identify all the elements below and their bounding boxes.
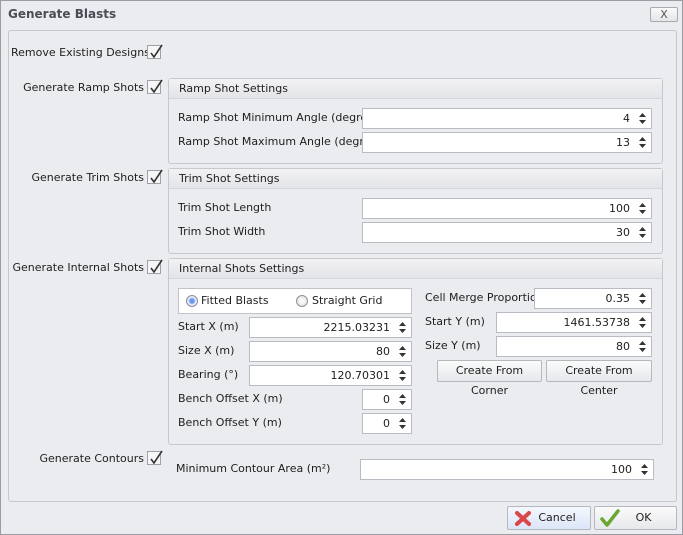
start-y-label: Start Y (m) xyxy=(425,315,485,328)
min-contour-area-label: Minimum Contour Area (m²) xyxy=(176,462,331,475)
generate-trim-label: Generate Trim Shots xyxy=(31,171,145,184)
window-title: Generate Blasts xyxy=(8,7,117,21)
ok-label: OK xyxy=(635,511,652,524)
checkmark-icon xyxy=(150,79,163,94)
start-x-input[interactable]: 2215.03231 xyxy=(249,317,412,338)
spin-arrows-icon xyxy=(639,137,646,148)
cancel-button[interactable]: Cancel xyxy=(507,506,591,530)
bench-x-input[interactable]: 0 xyxy=(362,389,412,410)
ramp-max-input[interactable]: 13 xyxy=(362,132,652,153)
bench-x-value: 0 xyxy=(383,393,390,406)
green-check-icon xyxy=(600,509,620,527)
trim-group-title: Trim Shot Settings xyxy=(169,169,662,189)
straight-grid-label[interactable]: Straight Grid xyxy=(312,294,382,308)
spin-arrows-icon xyxy=(639,317,646,328)
generate-contours-label: Generate Contours xyxy=(39,452,144,465)
spin-arrows-icon xyxy=(639,227,646,238)
trim-width-input[interactable]: 30 xyxy=(362,222,652,243)
bench-y-value: 0 xyxy=(383,417,390,430)
bench-y-label: Bench Offset Y (m) xyxy=(178,416,282,429)
checkmark-icon xyxy=(150,169,163,184)
spin-arrows-icon xyxy=(399,346,406,357)
radio-straight-grid[interactable] xyxy=(296,295,308,307)
bench-y-input[interactable]: 0 xyxy=(362,413,412,434)
generate-trim-checkbox[interactable] xyxy=(147,169,163,184)
start-y-input[interactable]: 1461.53738 xyxy=(496,312,652,333)
spin-arrows-icon xyxy=(641,464,648,475)
checkmark-icon xyxy=(150,259,163,274)
bearing-label: Bearing (°) xyxy=(178,368,239,381)
size-x-input[interactable]: 80 xyxy=(249,341,412,362)
trim-width-label: Trim Shot Width xyxy=(178,225,266,238)
checkmark-icon xyxy=(150,44,163,59)
size-y-value: 80 xyxy=(616,340,630,353)
bearing-value: 120.70301 xyxy=(330,369,391,382)
generate-blasts-dialog: Generate Blasts X Remove Existing Design… xyxy=(0,0,683,535)
spin-arrows-icon xyxy=(399,394,406,405)
start-x-value: 2215.03231 xyxy=(323,321,390,334)
checkmark-icon xyxy=(150,450,163,465)
internal-group-title: Internal Shots Settings xyxy=(169,259,662,279)
trim-length-label: Trim Shot Length xyxy=(178,201,272,214)
spin-arrows-icon xyxy=(639,203,646,214)
ramp-max-label: Ramp Shot Maximum Angle (degrees) xyxy=(178,135,388,148)
red-x-icon xyxy=(515,511,531,526)
size-x-label: Size X (m) xyxy=(178,344,235,357)
min-contour-area-input[interactable]: 100 xyxy=(360,459,654,480)
bench-x-label: Bench Offset X (m) xyxy=(178,392,283,405)
ok-button[interactable]: OK xyxy=(594,506,677,530)
trim-length-input[interactable]: 100 xyxy=(362,198,652,219)
cell-merge-value: 0.35 xyxy=(605,292,631,305)
min-contour-area-value: 100 xyxy=(611,463,632,476)
spin-arrows-icon xyxy=(399,370,406,381)
spin-arrows-icon xyxy=(639,341,646,352)
radio-fitted-blasts[interactable] xyxy=(186,295,198,307)
size-y-input[interactable]: 80 xyxy=(496,336,652,357)
spin-arrows-icon xyxy=(639,113,646,124)
spin-arrows-icon xyxy=(399,418,406,429)
trim-width-value: 30 xyxy=(616,226,630,239)
create-from-corner-button[interactable]: Create From Corner xyxy=(437,360,542,397)
ramp-min-label: Ramp Shot Minimum Angle (degrees) xyxy=(178,111,384,124)
generate-internal-checkbox[interactable] xyxy=(147,259,163,274)
bearing-input[interactable]: 120.70301 xyxy=(249,365,412,386)
size-x-value: 80 xyxy=(376,345,390,358)
generate-contours-checkbox[interactable] xyxy=(147,450,163,465)
start-y-value: 1461.53738 xyxy=(563,316,630,329)
trim-length-value: 100 xyxy=(609,202,630,215)
spin-arrows-icon xyxy=(639,293,646,304)
generate-ramp-checkbox[interactable] xyxy=(147,79,163,94)
cell-merge-input[interactable]: 0.35 xyxy=(534,288,652,309)
ramp-max-value: 13 xyxy=(616,136,630,149)
spin-arrows-icon xyxy=(399,322,406,333)
start-x-label: Start X (m) xyxy=(178,320,239,333)
remove-existing-label: Remove Existing Designs xyxy=(11,46,150,59)
remove-existing-checkbox[interactable] xyxy=(147,44,163,59)
fitted-blasts-label[interactable]: Fitted Blasts xyxy=(201,294,269,308)
size-y-label: Size Y (m) xyxy=(425,339,481,352)
close-button[interactable]: X xyxy=(650,7,678,22)
ramp-min-value: 4 xyxy=(623,112,630,125)
ramp-min-input[interactable]: 4 xyxy=(362,108,652,129)
generate-ramp-label: Generate Ramp Shots xyxy=(23,81,144,94)
ramp-group-title: Ramp Shot Settings xyxy=(169,79,662,99)
create-from-center-button[interactable]: Create From Center xyxy=(546,360,652,397)
generate-internal-label: Generate Internal Shots xyxy=(12,261,145,274)
cell-merge-label: Cell Merge Proportion xyxy=(425,291,544,304)
